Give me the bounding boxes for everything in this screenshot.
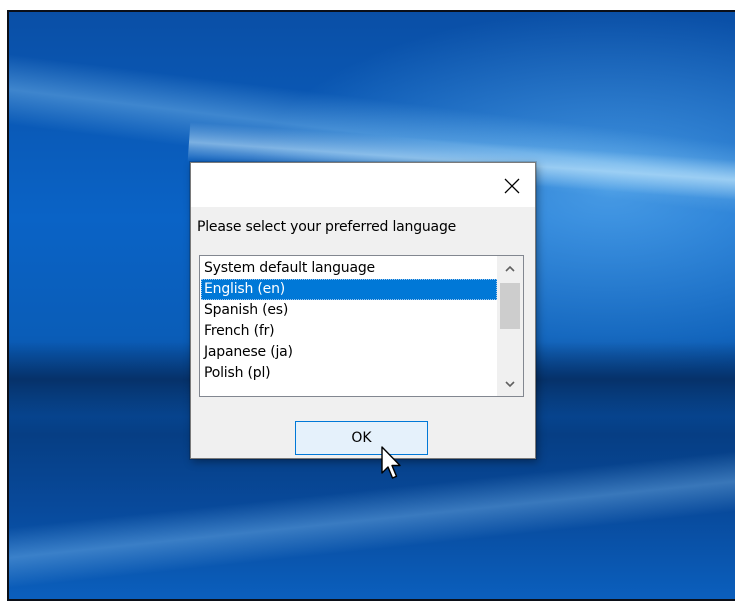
close-icon [504,178,520,194]
language-option[interactable]: System default language [201,258,497,279]
chevron-down-icon [505,380,515,387]
scrollbar-thumb[interactable] [500,283,520,329]
language-option[interactable]: Japanese (ja) [201,342,497,363]
wallpaper-light-ray [9,446,735,592]
language-dialog: Please select your preferred language Sy… [190,162,536,459]
language-list: System default language English (en) Spa… [201,258,497,384]
vertical-scrollbar[interactable] [497,256,523,396]
scroll-down-button[interactable] [497,372,523,396]
close-button[interactable] [495,169,529,203]
chevron-up-icon [505,265,515,272]
language-option[interactable]: French (fr) [201,321,497,342]
scroll-up-button[interactable] [497,256,523,280]
language-option[interactable]: Spanish (es) [201,300,497,321]
dialog-titlebar[interactable] [191,163,535,207]
language-prompt: Please select your preferred language [197,219,457,235]
language-option-selected[interactable]: English (en) [201,279,497,300]
ok-button[interactable]: OK [295,421,428,455]
language-listbox[interactable]: System default language English (en) Spa… [199,255,524,397]
language-option[interactable]: Polish (pl) [201,363,497,384]
